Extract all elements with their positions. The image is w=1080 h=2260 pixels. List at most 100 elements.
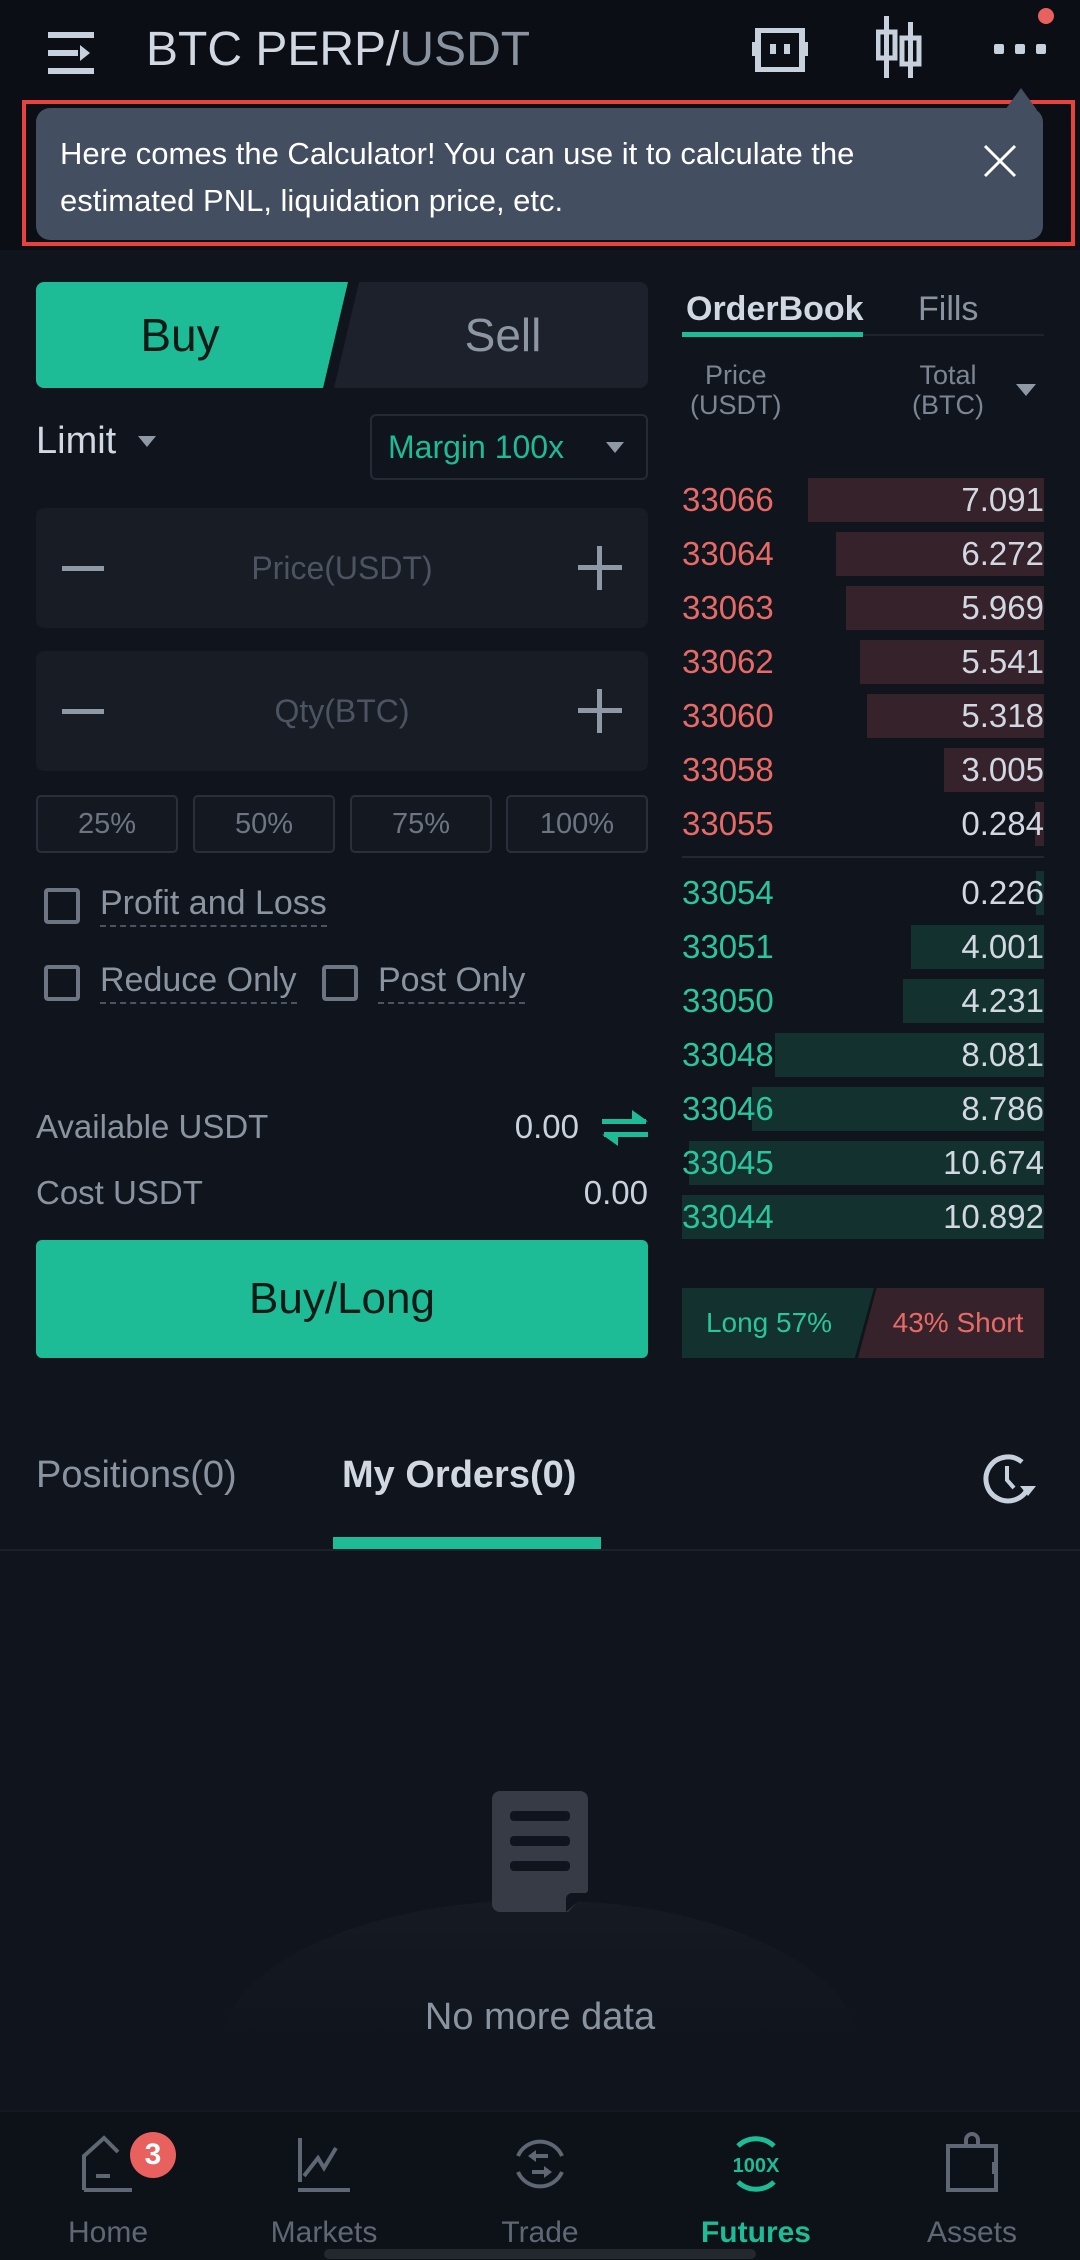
qty-input[interactable] (136, 681, 548, 741)
percent-75-button[interactable]: 75% (350, 795, 492, 853)
price-header-unit: (USDT) (690, 390, 782, 420)
orders-tab-underline (333, 1537, 601, 1549)
markets-chart-icon (298, 2138, 350, 2192)
calculator-icon[interactable] (752, 28, 808, 72)
more-icon[interactable] (994, 44, 1046, 56)
order-history-icon[interactable] (978, 1448, 1038, 1508)
ask-row[interactable]: 33062 5.541 (682, 640, 1044, 684)
nav-futures[interactable]: 100X Futures (648, 2112, 864, 2260)
ask-price: 33063 (682, 589, 774, 626)
nav-markets[interactable]: Markets (216, 2112, 432, 2260)
ask-row[interactable]: 33058 3.005 (682, 748, 1044, 792)
bid-row[interactable]: 33048 8.081 (682, 1033, 1044, 1077)
ask-total: 7.091 (961, 481, 1044, 518)
home-icon (82, 2135, 132, 2192)
percent-50-button[interactable]: 50% (193, 795, 335, 853)
tab-positions[interactable]: Positions(0) (36, 1454, 237, 1497)
checkbox-box[interactable] (44, 964, 80, 1001)
reduce-only-checkbox[interactable]: Reduce Only (44, 961, 297, 1004)
candlestick-chart-icon[interactable] (876, 16, 922, 78)
bid-row[interactable]: 33044 10.892 (682, 1195, 1044, 1239)
tab-orderbook[interactable]: OrderBook (686, 290, 864, 329)
checkbox-label: Reduce Only (100, 961, 297, 1004)
ask-row[interactable]: 33064 6.272 (682, 532, 1044, 576)
bid-total: 4.231 (961, 982, 1044, 1019)
total-column-header: Total (BTC) (912, 360, 984, 420)
sell-tab[interactable]: Sell (334, 282, 648, 388)
wallet-icon (946, 2132, 998, 2192)
ask-row[interactable]: 33063 5.969 (682, 586, 1044, 630)
increase-price-button[interactable] (578, 546, 622, 590)
bottom-nav: 3 Home Markets Trade 100X Futures Assets (0, 2110, 1080, 2260)
ask-row[interactable]: 33066 7.091 (682, 478, 1044, 522)
nav-label: Home (67, 2216, 149, 2249)
decrease-price-button[interactable] (62, 552, 104, 584)
post-only-checkbox[interactable]: Post Only (322, 961, 526, 1004)
price-input[interactable] (136, 538, 548, 598)
notification-badge: 3 (130, 2132, 176, 2178)
bid-row[interactable]: 33045 10.674 (682, 1141, 1044, 1185)
profit-and-loss-checkbox[interactable]: Profit and Loss (44, 884, 327, 927)
percent-100-button[interactable]: 100% (506, 795, 648, 853)
ask-row[interactable]: 33055 0.284 (682, 802, 1044, 846)
bid-row[interactable]: 33050 4.231 (682, 979, 1044, 1023)
bid-price: 33050 (682, 982, 774, 1019)
tabs-divider (0, 1549, 1080, 1551)
notification-dot (1038, 8, 1054, 24)
page-title[interactable]: BTC PERP/USDT (146, 22, 530, 77)
checkbox-label: Post Only (378, 961, 526, 1004)
ask-total: 0.284 (961, 805, 1044, 842)
bid-row[interactable]: 33051 4.001 (682, 925, 1044, 969)
margin-leverage-dropdown[interactable]: Margin 100x (370, 414, 648, 480)
order-type-dropdown[interactable]: Limit (36, 420, 157, 463)
ask-price: 33060 (682, 697, 774, 734)
ask-total: 5.969 (961, 589, 1044, 626)
ask-price: 33062 (682, 643, 774, 680)
checkbox-box[interactable] (44, 887, 80, 924)
increase-qty-button[interactable] (578, 689, 622, 733)
cost-value: 0.00 (583, 1174, 648, 1211)
transfer-icon[interactable] (602, 1108, 648, 1148)
bid-total: 10.674 (943, 1144, 1044, 1181)
ask-row[interactable]: 33060 5.318 (682, 694, 1044, 738)
buy-tab[interactable]: Buy (36, 282, 348, 388)
price-stepper (36, 508, 648, 628)
nav-label: Markets (270, 2216, 378, 2249)
empty-state-text: No more data (424, 1996, 656, 2038)
chevron-down-icon (606, 441, 624, 453)
ask-price: 33055 (682, 805, 774, 842)
menu-icon[interactable] (46, 28, 98, 78)
depth-dropdown-icon[interactable] (1016, 384, 1036, 396)
ask-total: 6.272 (961, 535, 1044, 572)
nav-home[interactable]: 3 Home (0, 2112, 216, 2260)
bid-price: 33051 (682, 928, 774, 965)
nav-assets[interactable]: Assets (864, 2112, 1080, 2260)
decrease-qty-button[interactable] (62, 695, 104, 727)
bid-price: 33045 (682, 1144, 774, 1181)
nav-label: Futures (700, 2216, 811, 2249)
buy-long-button[interactable]: Buy/Long (36, 1240, 648, 1358)
nav-label: Assets (926, 2216, 1018, 2249)
bid-price: 33044 (682, 1198, 774, 1235)
bid-total: 8.786 (961, 1090, 1044, 1127)
checkbox-box[interactable] (322, 964, 358, 1001)
bid-total: 0.226 (961, 874, 1044, 911)
bid-total: 8.081 (961, 1036, 1044, 1073)
nav-trade[interactable]: Trade (432, 2112, 648, 2260)
percent-25-button[interactable]: 25% (36, 795, 178, 853)
tab-fills[interactable]: Fills (918, 290, 978, 329)
tooltip-arrow (1005, 88, 1037, 110)
bid-row[interactable]: 33054 0.226 (682, 871, 1044, 915)
bid-total: 4.001 (961, 928, 1044, 965)
orderbook-tab-underline (682, 332, 863, 337)
ask-total: 3.005 (961, 751, 1044, 788)
price-header-label: Price (704, 360, 767, 390)
price-column-header: Price (USDT) (690, 360, 781, 420)
ask-price: 33058 (682, 751, 774, 788)
pair-quote: USDT (399, 23, 531, 76)
total-header-label: Total (919, 360, 977, 390)
bid-row[interactable]: 33046 8.786 (682, 1087, 1044, 1131)
close-icon[interactable] (975, 136, 1025, 186)
ask-total: 5.541 (961, 643, 1044, 680)
tab-my-orders[interactable]: My Orders(0) (342, 1454, 576, 1497)
